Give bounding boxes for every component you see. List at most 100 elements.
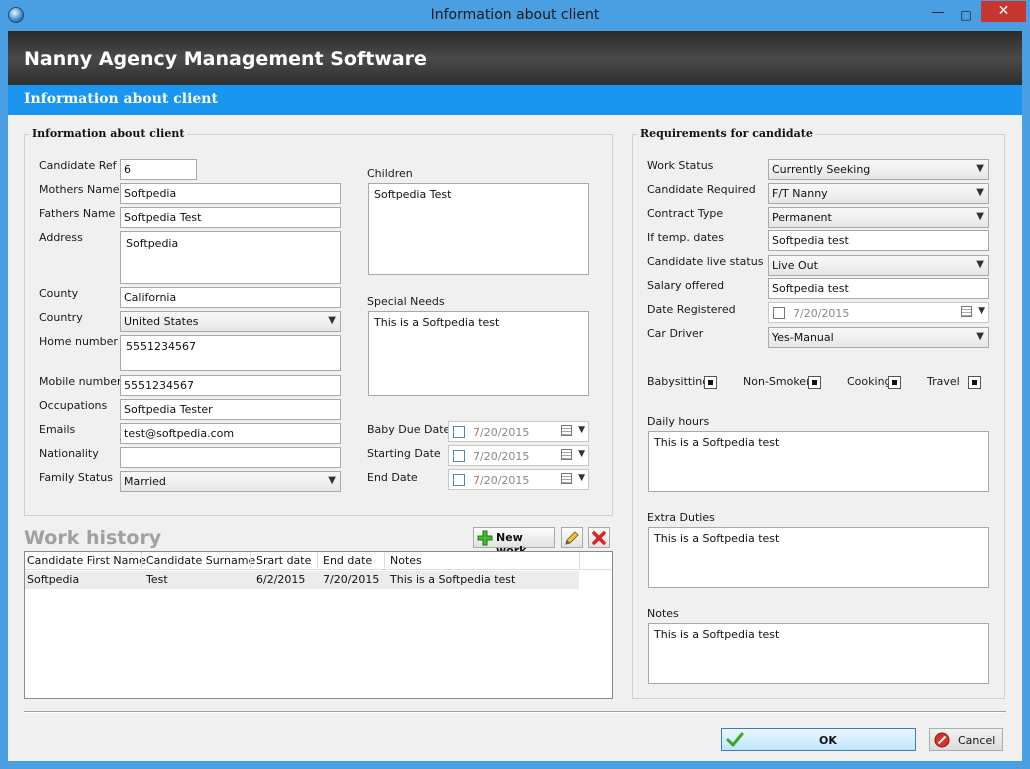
home-number-label: Home number <box>39 335 118 348</box>
emails-label: Emails <box>39 423 76 436</box>
nationality-field[interactable] <box>120 447 341 468</box>
column-header-notes[interactable]: Notes <box>390 554 422 567</box>
table-row[interactable]: Softpedia Test 6/2/2015 7/20/2015 This i… <box>25 571 579 589</box>
column-header-end-date[interactable]: End date <box>323 554 372 567</box>
country-label: Country <box>39 311 83 324</box>
close-button[interactable]: ✕ <box>981 1 1026 22</box>
calendar-icon <box>961 306 972 317</box>
chevron-down-icon: ▼ <box>976 259 984 270</box>
fathers-name-label: Fathers Name <box>39 207 116 220</box>
section-header-bar: Information about client <box>8 85 1022 115</box>
column-divider <box>317 552 318 570</box>
extra-duties-label: Extra Duties <box>647 511 715 524</box>
temp-dates-field[interactable]: Softpedia test <box>768 230 989 251</box>
baby-due-date-value: 7/20/2015 <box>473 426 530 439</box>
work-history-table[interactable]: Candidate First Name Candidate Surname S… <box>24 551 613 699</box>
car-driver-select[interactable]: Yes-Manual ▼ <box>768 327 989 348</box>
chevron-down-icon: ▼ <box>976 331 984 342</box>
address-field[interactable]: Softpedia <box>120 231 341 284</box>
baby-due-date-picker[interactable]: 7/20/2015 ▼ <box>448 421 589 442</box>
chevron-down-icon: ▼ <box>578 449 585 459</box>
county-field[interactable]: California <box>120 287 341 308</box>
fathers-name-field[interactable]: Softpedia Test <box>120 207 341 228</box>
candidate-required-label: Candidate Required <box>647 183 756 196</box>
notes-field[interactable]: This is a Softpedia test <box>648 623 989 684</box>
live-status-select[interactable]: Live Out ▼ <box>768 255 989 276</box>
ok-button[interactable]: OK <box>721 728 916 751</box>
work-status-select[interactable]: Currently Seeking ▼ <box>768 159 989 180</box>
cooking-checkbox[interactable] <box>888 376 901 389</box>
extra-duties-field[interactable]: This is a Softpedia test <box>648 527 989 588</box>
edit-work-button[interactable] <box>561 527 583 548</box>
travel-label: Travel <box>927 375 960 388</box>
starting-date-value: 7/20/2015 <box>473 450 530 463</box>
chevron-down-icon: ▼ <box>328 315 336 326</box>
column-header-surname[interactable]: Candidate Surname <box>146 554 255 567</box>
special-needs-field[interactable]: This is a Softpedia test <box>368 311 589 396</box>
family-status-select[interactable]: Married ▼ <box>120 471 341 492</box>
chevron-down-icon: ▼ <box>976 163 984 174</box>
chevron-down-icon: ▼ <box>328 475 336 486</box>
babysitting-checkbox[interactable] <box>704 376 717 389</box>
title-bar[interactable]: Information about client — □ ✕ <box>0 0 1030 31</box>
salary-field[interactable]: Softpedia test <box>768 278 989 299</box>
non-smoker-label: Non-Smoker <box>743 375 811 388</box>
end-date-value: 7/20/2015 <box>473 474 530 487</box>
home-number-field[interactable]: 5551234567 <box>120 335 341 371</box>
checkmark-icon <box>726 732 744 747</box>
county-label: County <box>39 287 79 300</box>
date-registered-checkbox[interactable] <box>773 307 785 319</box>
column-divider <box>141 552 142 570</box>
column-header-first-name[interactable]: Candidate First Name <box>27 554 146 567</box>
country-select[interactable]: United States ▼ <box>120 311 341 332</box>
baby-due-date-label: Baby Due Date <box>367 423 451 436</box>
maximize-button[interactable]: □ <box>953 4 979 26</box>
chevron-down-icon: ▼ <box>578 425 585 435</box>
cancel-label: Cancel <box>958 734 996 747</box>
dialog-client-area: Nanny Agency Management Software Informa… <box>8 31 1022 761</box>
nationality-label: Nationality <box>39 447 99 460</box>
chevron-down-icon: ▼ <box>578 473 585 483</box>
contract-type-select[interactable]: Permanent ▼ <box>768 207 989 228</box>
candidate-ref-field[interactable]: 6 <box>120 159 197 180</box>
app-title: Nanny Agency Management Software <box>24 48 427 70</box>
table-header: Candidate First Name Candidate Surname S… <box>25 552 612 570</box>
daily-hours-field[interactable]: This is a Softpedia test <box>648 431 989 492</box>
column-divider <box>579 552 580 570</box>
live-status-label: Candidate live status <box>647 255 764 268</box>
emails-field[interactable]: test@softpedia.com <box>120 423 341 444</box>
date-registered-picker[interactable]: 7/20/2015 ▼ <box>768 302 989 323</box>
work-status-label: Work Status <box>647 159 714 172</box>
minimize-button[interactable]: — <box>925 4 951 26</box>
work-status-value: Currently Seeking <box>772 163 871 176</box>
baby-due-date-checkbox[interactable] <box>453 426 465 438</box>
mothers-name-field[interactable]: Softpedia <box>120 183 341 204</box>
cell-first-name: Softpedia <box>27 573 80 586</box>
candidate-required-select[interactable]: F/T Nanny ▼ <box>768 183 989 204</box>
footer-divider <box>24 711 1006 713</box>
occupations-label: Occupations <box>39 399 108 412</box>
dialog-window: Information about client — □ ✕ Nanny Age… <box>0 0 1030 769</box>
candidate-required-value: F/T Nanny <box>772 187 828 200</box>
cell-notes: This is a Softpedia test <box>390 573 516 586</box>
chevron-down-icon: ▼ <box>976 211 984 222</box>
mobile-number-field[interactable]: 5551234567 <box>120 375 341 396</box>
car-driver-label: Car Driver <box>647 327 704 340</box>
delete-work-button[interactable] <box>588 527 610 548</box>
children-field[interactable]: Softpedia Test <box>368 183 589 275</box>
column-header-start-date[interactable]: Srart date <box>256 554 311 567</box>
end-date-picker[interactable]: 7/20/2015 ▼ <box>448 469 589 490</box>
occupations-field[interactable]: Softpedia Tester <box>120 399 341 420</box>
app-banner: Nanny Agency Management Software <box>8 31 1022 85</box>
delete-icon <box>592 531 606 545</box>
new-work-button[interactable]: New work <box>473 527 555 557</box>
end-date-checkbox[interactable] <box>453 474 465 486</box>
starting-date-picker[interactable]: 7/20/2015 ▼ <box>448 445 589 466</box>
starting-date-checkbox[interactable] <box>453 450 465 462</box>
calendar-icon <box>561 449 572 460</box>
client-info-group-title: Information about client <box>29 127 188 140</box>
travel-checkbox[interactable] <box>968 376 981 389</box>
cancel-button[interactable]: Cancel <box>929 728 1003 751</box>
cell-end-date: 7/20/2015 <box>323 573 380 586</box>
non-smoker-checkbox[interactable] <box>808 376 821 389</box>
